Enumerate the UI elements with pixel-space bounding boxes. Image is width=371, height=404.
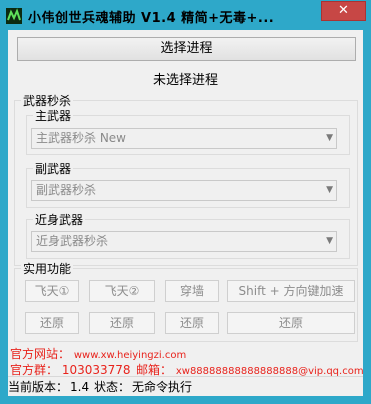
app-icon bbox=[6, 8, 22, 24]
close-button[interactable]: ✕ bbox=[321, 1, 366, 21]
secondary-weapon-select[interactable]: 副武器秒杀 ▼ bbox=[31, 180, 337, 201]
process-status: 未选择进程 bbox=[152, 73, 218, 88]
website-link[interactable]: www.xw.heiyingzi.com bbox=[74, 350, 186, 361]
website-line: 官方网站： www.xw.heiyingzi.com bbox=[10, 345, 186, 362]
shift-speed-button[interactable]: Shift + 方向键加速 bbox=[227, 280, 355, 302]
secondary-weapon-label: 副武器 bbox=[33, 160, 74, 177]
group-number[interactable]: 103033778 bbox=[62, 363, 131, 377]
restore-speed-button[interactable]: 还原 bbox=[227, 312, 355, 334]
restore-fly-1-button[interactable]: 还原 bbox=[25, 312, 79, 334]
chevron-down-icon: ▼ bbox=[326, 133, 333, 143]
melee-weapon-select[interactable]: 近身武器秒杀 ▼ bbox=[31, 231, 337, 252]
wallhack-button[interactable]: 穿墙 bbox=[165, 280, 219, 302]
fly-2-button[interactable]: 飞天② bbox=[89, 280, 155, 302]
primary-weapon-select[interactable]: 主武器秒杀 New ▼ bbox=[31, 128, 337, 149]
chevron-down-icon: ▼ bbox=[326, 236, 333, 246]
state-label: 状态： bbox=[94, 380, 131, 394]
primary-weapon-group: 主武器 主武器秒杀 New ▼ bbox=[26, 107, 350, 155]
version-value: 1.4 bbox=[70, 380, 90, 394]
title-bar[interactable]: 小伟创世兵魂辅助 V1.4 精简+无毒+... ✕ bbox=[0, 0, 371, 30]
melee-weapon-group: 近身武器 近身武器秒杀 ▼ bbox=[26, 211, 350, 259]
website-label: 官方网站： bbox=[10, 347, 71, 361]
fly-1-button[interactable]: 飞天① bbox=[25, 280, 79, 302]
status-bar: 当前版本： 1.4 状态： 无命令执行 bbox=[8, 376, 363, 397]
melee-weapon-value: 近身武器秒杀 bbox=[36, 234, 109, 248]
functions-group-title: 实用功能 bbox=[21, 260, 74, 277]
chevron-down-icon: ▼ bbox=[326, 185, 333, 195]
group-label: 官方群： bbox=[10, 363, 59, 377]
secondary-weapon-group: 副武器 副武器秒杀 ▼ bbox=[26, 160, 350, 208]
primary-weapon-label: 主武器 bbox=[33, 107, 74, 124]
functions-group: 实用功能 飞天① 飞天② 穿墙 Shift + 方向键加速 还原 还原 还原 还… bbox=[14, 260, 358, 342]
email-label: 邮箱： bbox=[136, 363, 173, 377]
window-title: 小伟创世兵魂辅助 V1.4 精简+无毒+... bbox=[28, 11, 275, 26]
restore-wallhack-button[interactable]: 还原 bbox=[165, 312, 219, 334]
close-icon: ✕ bbox=[338, 3, 349, 18]
restore-fly-2-button[interactable]: 还原 bbox=[89, 312, 155, 334]
app-window: 小伟创世兵魂辅助 V1.4 精简+无毒+... ✕ 选择进程 未选择进程 武器秒… bbox=[0, 0, 371, 404]
state-value: 无命令执行 bbox=[132, 380, 193, 394]
version-label: 当前版本： bbox=[8, 380, 69, 394]
primary-weapon-value: 主武器秒杀 New bbox=[36, 131, 126, 145]
client-area: 选择进程 未选择进程 武器秒杀 主武器 主武器秒杀 New ▼ 副武器 副武器秒… bbox=[8, 30, 364, 397]
weapon-group: 武器秒杀 主武器 主武器秒杀 New ▼ 副武器 副武器秒杀 ▼ 近身武器 近身… bbox=[14, 92, 358, 266]
melee-weapon-label: 近身武器 bbox=[33, 211, 86, 228]
secondary-weapon-value: 副武器秒杀 bbox=[36, 183, 97, 197]
select-process-button[interactable]: 选择进程 bbox=[17, 37, 356, 61]
